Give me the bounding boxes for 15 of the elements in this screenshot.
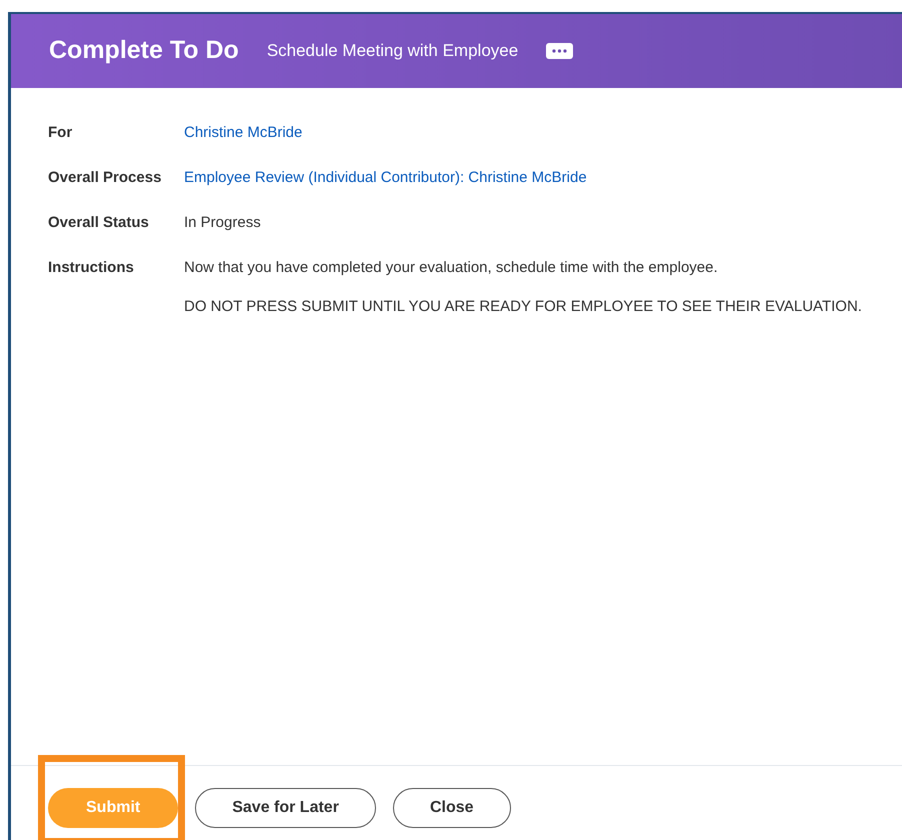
action-button[interactable]: Save for Later (195, 788, 376, 828)
field-link[interactable]: Employee Review (Individual Contributor): Christine McBride (184, 167, 587, 189)
field-value: In Progress (184, 213, 261, 233)
field-label: Overall Process (48, 168, 162, 188)
field-label: For (48, 123, 74, 143)
field-label: Instructions (48, 258, 135, 278)
field-value: DO NOT PRESS SUBMIT UNTIL YOU ARE READY FOR EMPLOYEE TO SEE THEIR EVALUATION. (184, 297, 862, 317)
field-label: Overall Status (48, 213, 150, 233)
more-actions-button[interactable] (546, 43, 574, 59)
field-value: Now that you have completed your evaluation, schedule time with the employee. (184, 258, 719, 278)
field-link[interactable]: Christine McBride (184, 122, 302, 144)
ellipsis-icon (552, 49, 568, 53)
page-title: Complete To Do (49, 35, 239, 66)
task-title: Schedule Meeting with Employee (266, 40, 518, 62)
action-button[interactable]: Close (392, 788, 511, 828)
